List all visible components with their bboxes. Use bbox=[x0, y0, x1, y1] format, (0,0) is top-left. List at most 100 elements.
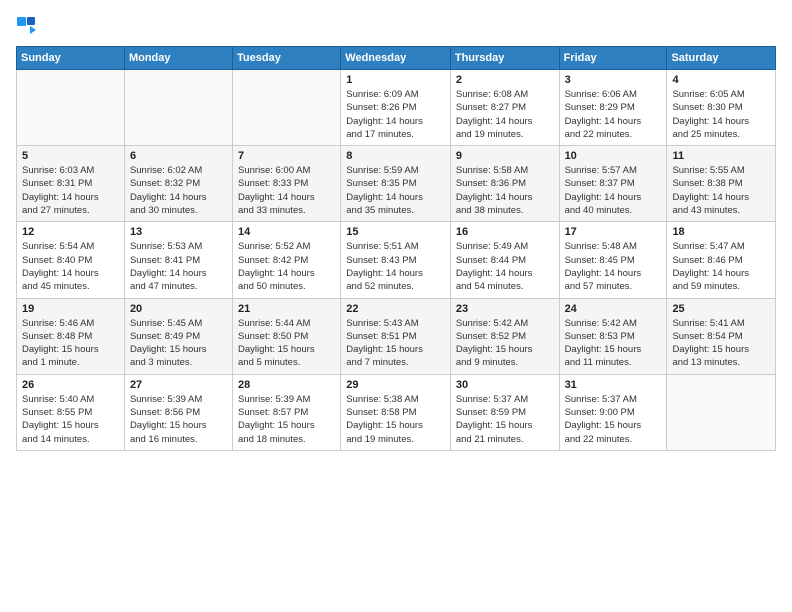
day-cell: 6 Sunrise: 6:02 AMSunset: 8:32 PMDaylight… bbox=[124, 146, 232, 222]
day-cell: 1Sunrise: 6:09 AMSunset: 8:26 PMDaylight… bbox=[341, 70, 451, 146]
day-info: Sunrise: 5:59 AMSunset: 8:35 PMDaylight:… bbox=[346, 164, 445, 217]
header-cell-sunday: Sunday bbox=[17, 47, 125, 70]
day-number: 14 bbox=[238, 226, 335, 238]
day-cell: 22 Sunrise: 5:43 AMSunset: 8:51 PMDayligh… bbox=[341, 298, 451, 374]
day-cell: 30 Sunrise: 5:37 AMSunset: 8:59 PMDayligh… bbox=[450, 374, 559, 450]
day-info: Sunrise: 5:58 AMSunset: 8:36 PMDaylight:… bbox=[456, 164, 554, 217]
day-info: Sunrise: 6:00 AMSunset: 8:33 PMDaylight:… bbox=[238, 164, 335, 217]
day-cell: 12Sunrise: 5:54 AMSunset: 8:40 PMDayligh… bbox=[17, 222, 125, 298]
day-info: Sunrise: 6:02 AMSunset: 8:32 PMDaylight:… bbox=[130, 164, 227, 217]
day-info: Sunrise: 5:41 AMSunset: 8:54 PMDaylight:… bbox=[672, 317, 770, 370]
day-number: 16 bbox=[456, 226, 554, 238]
day-info: Sunrise: 5:43 AMSunset: 8:51 PMDaylight:… bbox=[346, 317, 445, 370]
day-number: 19 bbox=[22, 303, 119, 315]
header-cell-tuesday: Tuesday bbox=[233, 47, 341, 70]
week-row-3: 12Sunrise: 5:54 AMSunset: 8:40 PMDayligh… bbox=[17, 222, 776, 298]
day-number: 30 bbox=[456, 379, 554, 391]
day-number: 28 bbox=[238, 379, 335, 391]
day-info: Sunrise: 5:44 AMSunset: 8:50 PMDaylight:… bbox=[238, 317, 335, 370]
day-cell: 2Sunrise: 6:08 AMSunset: 8:27 PMDaylight… bbox=[450, 70, 559, 146]
day-info: Sunrise: 5:46 AMSunset: 8:48 PMDaylight:… bbox=[22, 317, 119, 370]
day-cell: 16 Sunrise: 5:49 AMSunset: 8:44 PMDayligh… bbox=[450, 222, 559, 298]
week-row-1: 1Sunrise: 6:09 AMSunset: 8:26 PMDaylight… bbox=[17, 70, 776, 146]
day-number: 4 bbox=[672, 74, 770, 86]
day-info: Sunrise: 6:05 AMSunset: 8:30 PMDaylight:… bbox=[672, 88, 770, 141]
logo bbox=[16, 16, 38, 36]
day-info: Sunrise: 5:47 AMSunset: 8:46 PMDaylight:… bbox=[672, 240, 770, 293]
day-info: Sunrise: 5:57 AMSunset: 8:37 PMDaylight:… bbox=[565, 164, 662, 217]
header-cell-friday: Friday bbox=[559, 47, 667, 70]
day-info: Sunrise: 5:37 AMSunset: 9:00 PMDaylight:… bbox=[565, 393, 662, 446]
day-number: 23 bbox=[456, 303, 554, 315]
day-number: 6 bbox=[130, 150, 227, 162]
day-cell: 23Sunrise: 5:42 AMSunset: 8:52 PMDayligh… bbox=[450, 298, 559, 374]
day-number: 1 bbox=[346, 74, 445, 86]
week-row-2: 5 Sunrise: 6:03 AMSunset: 8:31 PMDaylight… bbox=[17, 146, 776, 222]
day-cell: 13Sunrise: 5:53 AMSunset: 8:41 PMDayligh… bbox=[124, 222, 232, 298]
day-number: 17 bbox=[565, 226, 662, 238]
day-number: 3 bbox=[565, 74, 662, 86]
day-info: Sunrise: 6:03 AMSunset: 8:31 PMDaylight:… bbox=[22, 164, 119, 217]
day-info: Sunrise: 5:39 AMSunset: 8:56 PMDaylight:… bbox=[130, 393, 227, 446]
day-number: 21 bbox=[238, 303, 335, 315]
day-number: 10 bbox=[565, 150, 662, 162]
day-cell: 7 Sunrise: 6:00 AMSunset: 8:33 PMDaylight… bbox=[233, 146, 341, 222]
day-number: 20 bbox=[130, 303, 227, 315]
day-cell: 25 Sunrise: 5:41 AMSunset: 8:54 PMDayligh… bbox=[667, 298, 776, 374]
header bbox=[16, 16, 776, 36]
week-row-4: 19 Sunrise: 5:46 AMSunset: 8:48 PMDayligh… bbox=[17, 298, 776, 374]
day-number: 9 bbox=[456, 150, 554, 162]
day-cell: 21 Sunrise: 5:44 AMSunset: 8:50 PMDayligh… bbox=[233, 298, 341, 374]
day-cell: 24 Sunrise: 5:42 AMSunset: 8:53 PMDayligh… bbox=[559, 298, 667, 374]
day-cell: 5 Sunrise: 6:03 AMSunset: 8:31 PMDaylight… bbox=[17, 146, 125, 222]
day-number: 31 bbox=[565, 379, 662, 391]
day-info: Sunrise: 6:06 AMSunset: 8:29 PMDaylight:… bbox=[565, 88, 662, 141]
day-number: 18 bbox=[672, 226, 770, 238]
logo-icon bbox=[16, 16, 36, 36]
day-number: 24 bbox=[565, 303, 662, 315]
day-cell: 14 Sunrise: 5:52 AMSunset: 8:42 PMDayligh… bbox=[233, 222, 341, 298]
day-cell bbox=[667, 374, 776, 450]
day-cell: 3 Sunrise: 6:06 AMSunset: 8:29 PMDaylight… bbox=[559, 70, 667, 146]
day-number: 5 bbox=[22, 150, 119, 162]
day-number: 26 bbox=[22, 379, 119, 391]
day-info: Sunrise: 5:55 AMSunset: 8:38 PMDaylight:… bbox=[672, 164, 770, 217]
header-cell-thursday: Thursday bbox=[450, 47, 559, 70]
day-cell: 26 Sunrise: 5:40 AMSunset: 8:55 PMDayligh… bbox=[17, 374, 125, 450]
calendar-body: 1Sunrise: 6:09 AMSunset: 8:26 PMDaylight… bbox=[17, 70, 776, 451]
header-cell-saturday: Saturday bbox=[667, 47, 776, 70]
header-cell-monday: Monday bbox=[124, 47, 232, 70]
header-cell-wednesday: Wednesday bbox=[341, 47, 451, 70]
day-cell: 18 Sunrise: 5:47 AMSunset: 8:46 PMDayligh… bbox=[667, 222, 776, 298]
day-number: 29 bbox=[346, 379, 445, 391]
day-info: Sunrise: 5:37 AMSunset: 8:59 PMDaylight:… bbox=[456, 393, 554, 446]
day-number: 13 bbox=[130, 226, 227, 238]
day-cell: 31 Sunrise: 5:37 AMSunset: 9:00 PMDayligh… bbox=[559, 374, 667, 450]
week-row-5: 26 Sunrise: 5:40 AMSunset: 8:55 PMDayligh… bbox=[17, 374, 776, 450]
day-number: 11 bbox=[672, 150, 770, 162]
day-number: 12 bbox=[22, 226, 119, 238]
day-number: 27 bbox=[130, 379, 227, 391]
day-number: 8 bbox=[346, 150, 445, 162]
calendar-header: SundayMondayTuesdayWednesdayThursdayFrid… bbox=[17, 47, 776, 70]
day-cell: 9 Sunrise: 5:58 AMSunset: 8:36 PMDaylight… bbox=[450, 146, 559, 222]
day-cell: 27 Sunrise: 5:39 AMSunset: 8:56 PMDayligh… bbox=[124, 374, 232, 450]
day-info: Sunrise: 5:49 AMSunset: 8:44 PMDaylight:… bbox=[456, 240, 554, 293]
day-info: Sunrise: 5:40 AMSunset: 8:55 PMDaylight:… bbox=[22, 393, 119, 446]
day-info: Sunrise: 5:51 AMSunset: 8:43 PMDaylight:… bbox=[346, 240, 445, 293]
day-cell bbox=[233, 70, 341, 146]
day-cell bbox=[124, 70, 232, 146]
day-cell: 10 Sunrise: 5:57 AMSunset: 8:37 PMDayligh… bbox=[559, 146, 667, 222]
day-info: Sunrise: 5:42 AMSunset: 8:53 PMDaylight:… bbox=[565, 317, 662, 370]
page: SundayMondayTuesdayWednesdayThursdayFrid… bbox=[0, 0, 792, 612]
day-cell: 8 Sunrise: 5:59 AMSunset: 8:35 PMDaylight… bbox=[341, 146, 451, 222]
day-cell: 11 Sunrise: 5:55 AMSunset: 8:38 PMDayligh… bbox=[667, 146, 776, 222]
day-number: 22 bbox=[346, 303, 445, 315]
day-info: Sunrise: 5:52 AMSunset: 8:42 PMDaylight:… bbox=[238, 240, 335, 293]
day-number: 7 bbox=[238, 150, 335, 162]
day-cell: 20Sunrise: 5:45 AMSunset: 8:49 PMDayligh… bbox=[124, 298, 232, 374]
day-cell: 29Sunrise: 5:38 AMSunset: 8:58 PMDayligh… bbox=[341, 374, 451, 450]
day-cell: 15Sunrise: 5:51 AMSunset: 8:43 PMDayligh… bbox=[341, 222, 451, 298]
day-number: 25 bbox=[672, 303, 770, 315]
day-cell bbox=[17, 70, 125, 146]
